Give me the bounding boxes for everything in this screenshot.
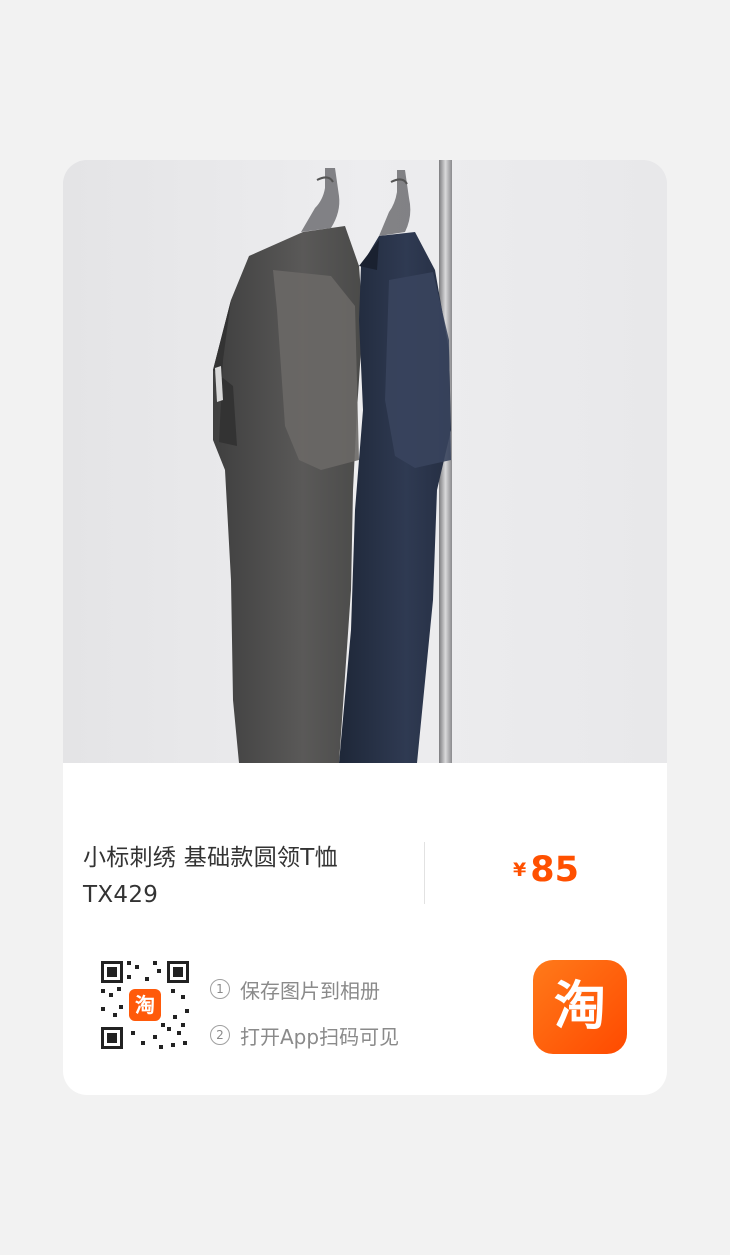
qr-code-icon: 淘 [97,957,193,1053]
share-instructions: 1 保存图片到相册 2 打开App扫码可见 [210,966,399,1058]
product-photo[interactable] [63,160,667,763]
instruction-step-2: 2 打开App扫码可见 [210,1012,399,1058]
instruction-step-1-text: 保存图片到相册 [240,978,380,1003]
taobao-logo-icon: 淘 [533,960,627,1054]
tshirts-on-rack-image [63,160,667,763]
app-logo-text: 淘 [554,977,606,1037]
product-price: ¥85 [513,850,579,890]
qr-badge-text: 淘 [135,993,155,1017]
product-title: 小标刺绣 基础款圆领T恤 TX429 [83,845,338,908]
instruction-step-1: 1 保存图片到相册 [210,966,399,1012]
divider [424,842,425,904]
circle-number-icon: 1 [210,979,230,999]
price-value: 85 [530,850,579,890]
price-currency: ¥ [513,859,527,881]
instruction-step-2-text: 打开App扫码可见 [240,1024,400,1049]
share-card: 小标刺绣 基础款圆领T恤 TX429 ¥85 淘 1 保存图片到相册 2 打开A… [63,160,667,1095]
circle-number-icon: 2 [210,1025,230,1045]
